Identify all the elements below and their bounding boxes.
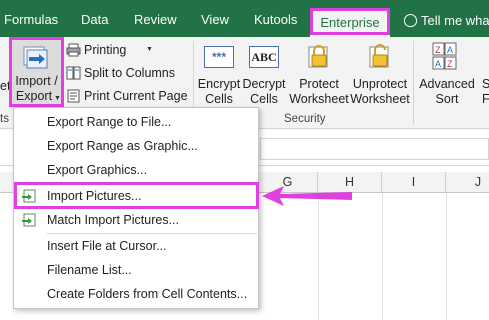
- menu-item-label: Insert File at Cursor...: [47, 239, 167, 253]
- enterprise-tab-highlight: [310, 8, 390, 35]
- printer-icon: [66, 43, 81, 57]
- tell-me-search[interactable]: Tell me what: [404, 13, 489, 28]
- unlock-icon: [369, 44, 389, 68]
- menu-item-label: Export Range as Graphic...: [47, 139, 198, 153]
- menu-separator: [47, 233, 257, 234]
- lightbulb-icon: [404, 14, 417, 27]
- encrypt-cells-line1: Encrypt: [197, 77, 241, 91]
- menu-item-label: Match Import Pictures...: [47, 213, 179, 227]
- import-pictures-highlight: [14, 182, 259, 209]
- import-export-button[interactable]: Import / Export ▼: [9, 37, 64, 107]
- protect-worksheet-button[interactable]: Protect Worksheet: [288, 39, 350, 111]
- import-export-icon: [23, 46, 48, 69]
- menu-item-insert-file-at-cursor[interactable]: Insert File at Cursor...: [14, 235, 258, 257]
- tab-data[interactable]: Data: [81, 0, 108, 37]
- menu-item-export-range-to-file[interactable]: Export Range to File...: [14, 111, 258, 133]
- chevron-down-icon: ▼: [54, 95, 61, 102]
- menu-item-label: Filename List...: [47, 263, 132, 277]
- split-to-columns-label: Split to Columns: [84, 66, 176, 80]
- import-export-label-line2: Export: [15, 89, 53, 103]
- svg-text:Z: Z: [447, 59, 453, 69]
- security-group-label: Security: [284, 113, 326, 125]
- split-columns-icon: [66, 66, 81, 80]
- print-page-icon: [67, 89, 80, 103]
- printing-label: Printing: [84, 43, 127, 57]
- column-header[interactable]: I: [382, 172, 446, 193]
- decrypt-cells-button[interactable]: ABC Decrypt Cells: [242, 39, 286, 111]
- import-export-label-line1: Import /: [15, 74, 58, 88]
- column-header[interactable]: J: [446, 172, 489, 193]
- cut-right-label: S: [482, 77, 489, 91]
- advanced-sort-line2: Sort: [435, 92, 459, 106]
- svg-text:A: A: [435, 59, 441, 69]
- unprotect-worksheet-line1: Unprotect: [352, 77, 408, 91]
- grid-line: [318, 193, 319, 320]
- match-import-icon: [22, 213, 36, 227]
- svg-text:A: A: [447, 45, 453, 55]
- menu-item-match-import-pictures[interactable]: Match Import Pictures...: [14, 209, 258, 231]
- protect-worksheet-line1: Protect: [299, 77, 339, 91]
- grid-line: [382, 193, 383, 320]
- menu-item-create-folders[interactable]: Create Folders from Cell Contents...: [14, 283, 258, 305]
- advanced-sort-button[interactable]: Z A A Z Advanced Sort: [416, 39, 478, 111]
- grid-line: [446, 193, 447, 320]
- formula-input[interactable]: [260, 138, 489, 160]
- menu-item-export-graphics[interactable]: Export Graphics...: [14, 159, 258, 181]
- decrypt-cells-line2: Cells: [250, 92, 278, 106]
- encrypt-cells-line2: Cells: [205, 92, 233, 106]
- tell-me-text: Tell me what: [421, 13, 489, 28]
- menu-item-label: Create Folders from Cell Contents...: [47, 287, 248, 301]
- tab-view[interactable]: View: [201, 0, 229, 37]
- tab-review[interactable]: Review: [134, 0, 177, 37]
- ribbon-tab-bar: Formulas Data Review View Kutools Enterp…: [0, 0, 489, 37]
- menu-item-label: Export Graphics...: [47, 163, 148, 177]
- advanced-sort-line1: Advanced: [419, 77, 475, 91]
- menu-item-filename-list[interactable]: Filename List...: [14, 259, 258, 281]
- decrypt-cells-line1: Decrypt: [242, 77, 286, 91]
- unprotect-worksheet-line2: Worksheet: [350, 92, 410, 106]
- menu-item-export-range-as-graphic[interactable]: Export Range as Graphic...: [14, 135, 258, 157]
- svg-text:Z: Z: [435, 45, 441, 55]
- protect-worksheet-line2: Worksheet: [289, 92, 349, 106]
- chevron-down-icon: ▼: [146, 46, 153, 53]
- print-current-page-label: Print Current Page: [84, 89, 188, 103]
- unprotect-worksheet-button[interactable]: Unprotect Worksheet: [350, 39, 410, 111]
- cut-left-group-label: ts: [0, 113, 9, 125]
- lock-icon: [308, 45, 328, 68]
- encrypt-cells-button[interactable]: *** Encrypt Cells: [197, 39, 241, 111]
- pointer-arrow-icon: [262, 186, 352, 206]
- tab-kutools[interactable]: Kutools: [254, 0, 297, 37]
- cut-right-label-2: F: [482, 92, 489, 106]
- menu-item-label: Export Range to File...: [47, 115, 172, 129]
- encrypt-icon: ***: [204, 46, 234, 68]
- sort-az-icon: Z A A Z: [432, 42, 457, 70]
- decrypt-icon: ABC: [249, 46, 279, 68]
- ribbon-separator: [413, 41, 414, 125]
- tab-formulas[interactable]: Formulas: [4, 0, 58, 37]
